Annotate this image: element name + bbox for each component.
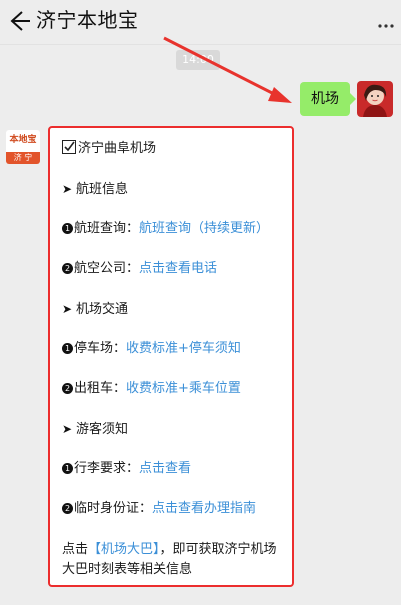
list-item: 2 航空公司：点击查看电话 — [62, 260, 286, 278]
official-account-avatar[interactable]: 本地宝 济 宁 — [6, 130, 40, 164]
list-item: 1 行李要求：点击查看 — [62, 460, 286, 478]
list-item: 1 停车场：收费标准+停车须知 — [62, 340, 286, 358]
number-bullet: 1 — [62, 223, 73, 234]
airport-bus-note: 点击【机场大巴】，即可获取济宁机场大巴时刻表等相关信息 — [62, 540, 282, 580]
airport-bus-link[interactable]: 【机场大巴】 — [88, 542, 160, 557]
number-bullet: 1 — [62, 343, 73, 354]
item-label: 航班查询： — [74, 221, 140, 236]
item-label: 出租车： — [74, 381, 127, 396]
item-label: 临时身份证： — [74, 501, 153, 516]
number-bullet: 2 — [62, 263, 73, 274]
arrow-bullet-icon: ➤ — [62, 302, 73, 316]
avatar-logo-text: 本地宝 — [9, 135, 37, 145]
section-title-text: 机场交通 — [76, 302, 129, 317]
reply-message-card: 济宁曲阜机场 ➤ 航班信息 1 航班查询：航班查询（持续更新） 2 航空公司：点击查看… — [48, 126, 294, 587]
message-timestamp: 14:00 — [176, 50, 220, 70]
card-heading: 济宁曲阜机场 — [62, 140, 286, 158]
note-prefix: 点击 — [62, 542, 89, 557]
section-title: ➤ 机场交通 — [62, 300, 286, 319]
luggage-rules-link[interactable]: 点击查看 — [139, 461, 191, 476]
user-avatar[interactable] — [357, 81, 393, 117]
list-item: 2 临时身份证：点击查看办理指南 — [62, 500, 286, 518]
checkbox-icon — [62, 140, 76, 154]
airport-name: 济宁曲阜机场 — [78, 141, 157, 156]
top-navigation-bar: 济宁本地宝 — [0, 0, 401, 45]
number-bullet: 2 — [62, 503, 73, 514]
user-avatar-image — [357, 81, 393, 117]
section-title-text: 游客须知 — [76, 422, 129, 437]
section-title: ➤ 游客须知 — [62, 420, 286, 439]
arrow-bullet-icon: ➤ — [62, 182, 73, 196]
section-title-text: 航班信息 — [76, 182, 129, 197]
list-item: 1 航班查询：航班查询（持续更新） — [62, 220, 286, 238]
outgoing-message-bubble[interactable]: 机场 — [300, 82, 356, 116]
back-arrow-icon[interactable] — [6, 8, 32, 34]
arrow-bullet-icon: ➤ — [62, 422, 73, 436]
item-label: 航空公司： — [74, 261, 140, 276]
avatar-logo-city: 济 宁 — [6, 152, 40, 164]
number-bullet: 2 — [62, 383, 73, 394]
parking-info-link[interactable]: 收费标准+停车须知 — [126, 341, 241, 356]
airline-phone-link[interactable]: 点击查看电话 — [139, 261, 217, 276]
list-item: 2 出租车：收费标准+乘车位置 — [62, 380, 286, 398]
section-title: ➤ 航班信息 — [62, 180, 286, 199]
flight-query-link[interactable]: 航班查询（持续更新） — [139, 221, 269, 236]
page-title: 济宁本地宝 — [36, 8, 139, 32]
item-label: 行李要求： — [74, 461, 140, 476]
temporary-id-link[interactable]: 点击查看办理指南 — [152, 501, 256, 516]
item-label: 停车场： — [74, 341, 127, 356]
number-bullet: 1 — [62, 463, 73, 474]
taxi-info-link[interactable]: 收费标准+乘车位置 — [126, 381, 241, 396]
more-dots-icon[interactable] — [377, 14, 395, 32]
